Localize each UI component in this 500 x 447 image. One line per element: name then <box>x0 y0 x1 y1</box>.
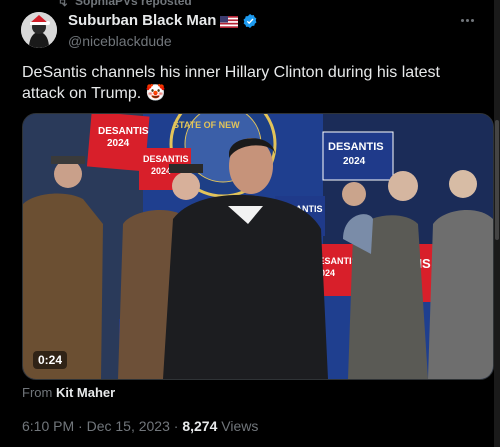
seal-text: STATE OF NEW <box>173 120 240 130</box>
video-frame: STATE OF NEW DESANTIS 2024 DESANTIS 2024… <box>23 114 493 379</box>
campaign-sign: DESANTIS 2024 <box>322 131 394 181</box>
tweet-meta: 6:10 PM · Dec 15, 2023 · 8,274 Views <box>22 418 258 434</box>
meta-separator: · <box>78 418 83 434</box>
tweet-text: DeSantis channels his inner Hillary Clin… <box>22 64 440 102</box>
video-timecode: 0:24 <box>33 351 68 369</box>
sign-line: 2024 <box>151 166 171 176</box>
scrollbar[interactable] <box>494 0 500 447</box>
sign-line: 2024 <box>343 156 366 167</box>
sign-line: 2024 <box>107 138 130 149</box>
repost-label: SophiaPVs reposted <box>75 0 192 8</box>
avatar-image <box>21 12 57 48</box>
attribution-source[interactable]: Kit Maher <box>56 385 115 400</box>
author-row[interactable]: Suburban Black Man <box>68 12 258 29</box>
dot-icon <box>470 18 474 22</box>
video-attribution[interactable]: From Kit Maher <box>22 385 115 400</box>
post-time[interactable]: 6:10 PM <box>22 418 74 434</box>
views-count: 8,274 <box>182 418 218 434</box>
sign-line: DESANTIS <box>98 126 149 137</box>
dot-icon <box>460 18 464 22</box>
repost-icon <box>59 0 68 7</box>
more-options-button[interactable] <box>455 10 479 30</box>
dot-icon <box>465 18 469 22</box>
author-handle[interactable]: @niceblackdude <box>68 33 172 49</box>
video-player[interactable]: STATE OF NEW DESANTIS 2024 DESANTIS 2024… <box>22 113 494 380</box>
meta-separator: · <box>173 418 179 434</box>
us-flag-icon <box>220 15 239 28</box>
post-date[interactable]: Dec 15, 2023 <box>87 418 170 434</box>
scrollbar-thumb[interactable] <box>495 120 499 240</box>
sign-line: DESANTIS <box>328 141 384 153</box>
sign-line: DESANTIS <box>143 154 189 164</box>
verified-badge-icon <box>243 13 257 28</box>
attribution-prefix: From <box>22 385 53 400</box>
avatar[interactable] <box>21 12 57 48</box>
author-name[interactable]: Suburban Black Man <box>68 12 216 29</box>
repost-header[interactable]: SophiaPVs reposted <box>56 0 192 8</box>
views-label: Views <box>221 418 259 434</box>
